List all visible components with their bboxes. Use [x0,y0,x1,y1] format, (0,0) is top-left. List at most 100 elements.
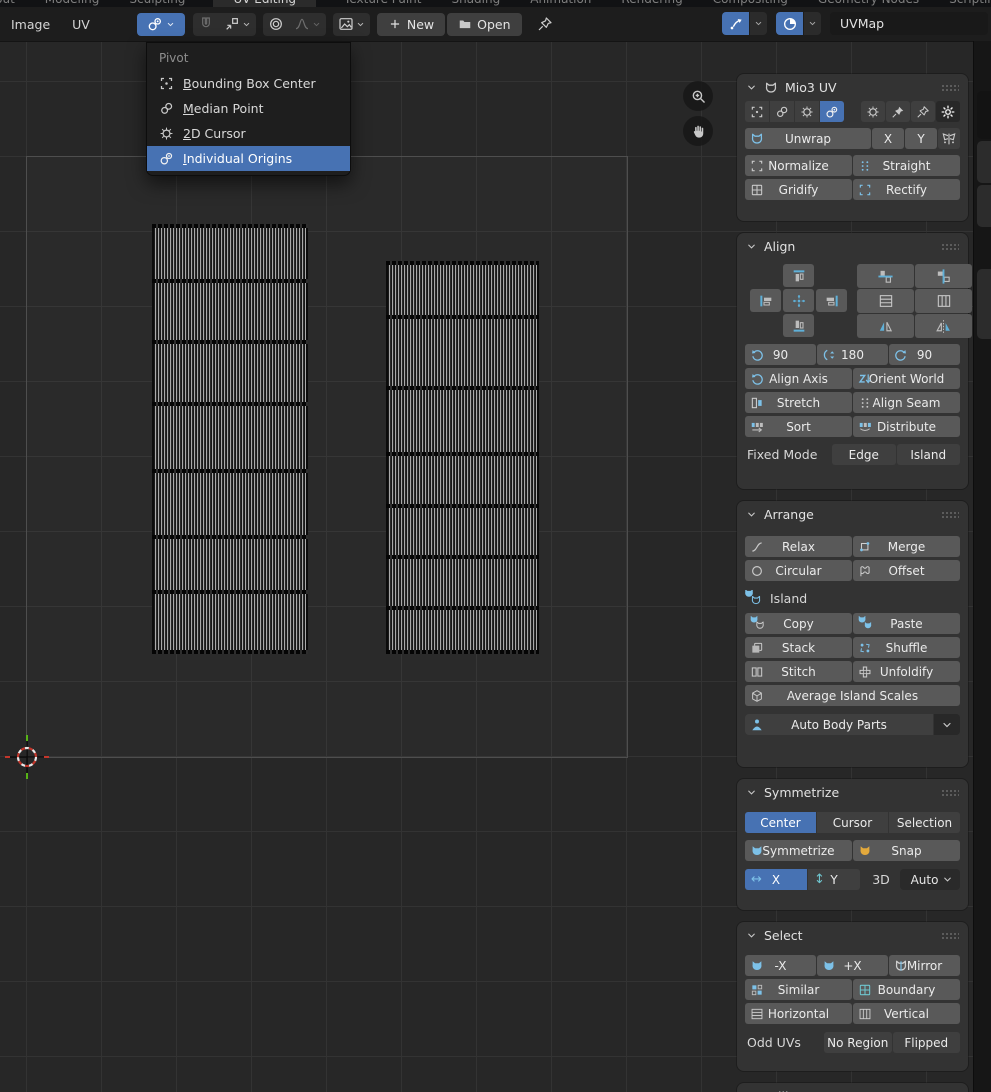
zoom-gizmo-button[interactable] [683,81,713,111]
orient-world-button[interactable]: Orient World [853,368,960,389]
symmetrize-mode-center[interactable]: Center [745,812,816,833]
panel-header-align[interactable]: Align [737,233,968,260]
average-island-scales-button[interactable]: Average Island Scales [745,685,960,706]
align-left-button[interactable] [750,289,781,312]
uv-island-left[interactable] [152,226,308,652]
select-pos-x-button[interactable]: +X [817,955,888,976]
select-no-region-button[interactable]: No Region [824,1032,892,1053]
sidebar-tab[interactable] [977,269,991,339]
settings-gear-button[interactable] [936,101,960,122]
island-shuffle-button[interactable]: Shuffle [853,637,960,658]
workspace-tab-sculpting[interactable]: Sculpting [127,0,187,7]
align-axis-button[interactable]: Align Axis [745,368,852,389]
menu-item-median-point[interactable]: Median Point [147,96,350,121]
fixed-mode-island-button[interactable]: Island [897,444,961,465]
symmetrize-axis-x[interactable]: ↔ X [745,869,807,890]
proportional-editing-toggle[interactable] [263,13,289,36]
flip-horizontal-button[interactable] [857,314,914,338]
panel-grip[interactable] [941,84,959,91]
cursor-option-toggle[interactable] [861,101,885,122]
select-neg-x-button[interactable]: -X [745,955,816,976]
rotate-left-90-button[interactable]: 90 [745,344,816,365]
uv-select-mode-dropdown[interactable] [776,12,821,35]
panel-header-arrange[interactable]: Arrange [737,501,968,528]
workspace-tab-shading[interactable]: Shading [449,0,502,7]
normalize-button[interactable]: Normalize [745,155,852,176]
menu-item-individual-origins[interactable]: Individual Origins [147,146,350,171]
snap-magnet-toggle[interactable] [193,13,219,36]
uv-island-right[interactable] [386,263,539,652]
align-bottom-button[interactable] [783,314,814,337]
panel-header-mio3-uv[interactable]: Mio3 UV [737,74,968,101]
gridify-button[interactable]: Gridify [745,179,852,200]
island-copy-button[interactable]: Copy [745,613,852,634]
panel-grip[interactable] [941,511,959,518]
snap-target-dropdown[interactable] [219,13,256,36]
auto-body-parts-button[interactable]: Auto Body Parts [745,714,933,735]
proportional-falloff-dropdown[interactable] [289,13,326,36]
workspace-tab-scripting[interactable]: Scripting [947,0,991,7]
pivot-dropdown-button[interactable] [137,13,185,36]
select-boundary-button[interactable]: Boundary [853,979,960,1000]
merge-button[interactable]: Merge [853,536,960,557]
symmetrize-mode-selection[interactable]: Selection [889,812,960,833]
workspace-tab-compositing[interactable]: Compositing [711,0,790,7]
align-top-button[interactable] [783,264,814,287]
pin-image-toggle[interactable] [532,13,558,36]
pin-outline-toggle[interactable] [911,101,935,122]
symmetrize-3d-auto-dropdown[interactable]: Auto [900,869,960,890]
workspace-tab-layout[interactable]: Layout [0,0,17,7]
rotate-right-90-button[interactable]: 90 [889,344,960,365]
rectify-button[interactable]: Rectify [853,179,960,200]
pivot-individual-origins-toggle[interactable] [820,101,844,122]
sidebar-tab[interactable] [977,141,991,183]
pan-gizmo-button[interactable] [683,116,713,146]
new-image-button[interactable]: New [377,13,445,36]
offset-button[interactable]: Offset [853,560,960,581]
pivot-bbox-toggle[interactable] [745,101,769,122]
panel-header-symmetrize[interactable]: Symmetrize [737,779,968,806]
align-right-button[interactable] [816,289,847,312]
symmetrize-axis-y[interactable]: ↕ Y [808,869,860,890]
panel-header-utility[interactable]: Utility [737,1083,968,1092]
stretch-button[interactable]: Stretch [745,392,852,413]
align-center-vertical-button[interactable] [915,264,972,288]
open-image-button[interactable]: Open [447,13,521,36]
workspace-tab-modeling[interactable]: Modeling [43,0,102,7]
menu-item-bounding-box-center[interactable]: Bounding Box Center [147,71,350,96]
select-similar-button[interactable]: Similar [745,979,852,1000]
align-middle-horizontal-button[interactable] [857,264,914,288]
workspace-tab-rendering[interactable]: Rendering [619,0,684,7]
island-stitch-button[interactable]: Stitch [745,661,852,682]
island-stack-button[interactable]: Stack [745,637,852,658]
menu-item-2d-cursor[interactable]: 2D Cursor [147,121,350,146]
sort-button[interactable]: Sort [745,416,852,437]
select-flipped-button[interactable]: Flipped [893,1032,961,1053]
sticky-selection-dropdown[interactable] [722,12,767,35]
uv-map-name-field[interactable]: UVMap [830,12,988,35]
panel-grip[interactable] [941,243,959,250]
snap-button[interactable]: Snap [853,840,960,861]
relax-button[interactable]: Relax [745,536,852,557]
symmetry-butterfly-toggle[interactable] [938,128,960,149]
workspace-tab-geometry-nodes[interactable]: Geometry Nodes [816,0,921,7]
select-mirror-button[interactable]: Mirror [889,955,960,976]
pivot-median-toggle[interactable] [770,101,794,122]
select-horizontal-button[interactable]: Horizontal [745,1003,852,1024]
auto-body-parts-dropdown[interactable] [934,714,960,735]
workspace-tab-uv-editing[interactable]: UV Editing [213,0,316,7]
panel-header-select[interactable]: Select [737,922,968,949]
panel-grip[interactable] [941,789,959,796]
unwrap-button[interactable]: Unwrap [745,128,871,149]
unwrap-x-button[interactable]: X [872,128,904,149]
workspace-tab-texture-paint[interactable]: Texture Paint [342,0,423,7]
select-vertical-button[interactable]: Vertical [853,1003,960,1024]
sidebar-tab[interactable] [977,185,991,227]
island-paste-button[interactable]: Paste [853,613,960,634]
straight-button[interactable]: Straight [853,155,960,176]
menu-uv[interactable]: UV [61,17,101,32]
image-browse-dropdown[interactable] [333,13,370,36]
pivot-2d-cursor-toggle[interactable] [795,101,819,122]
distribute-horizontal-button[interactable] [857,289,914,313]
circular-button[interactable]: Circular [745,560,852,581]
